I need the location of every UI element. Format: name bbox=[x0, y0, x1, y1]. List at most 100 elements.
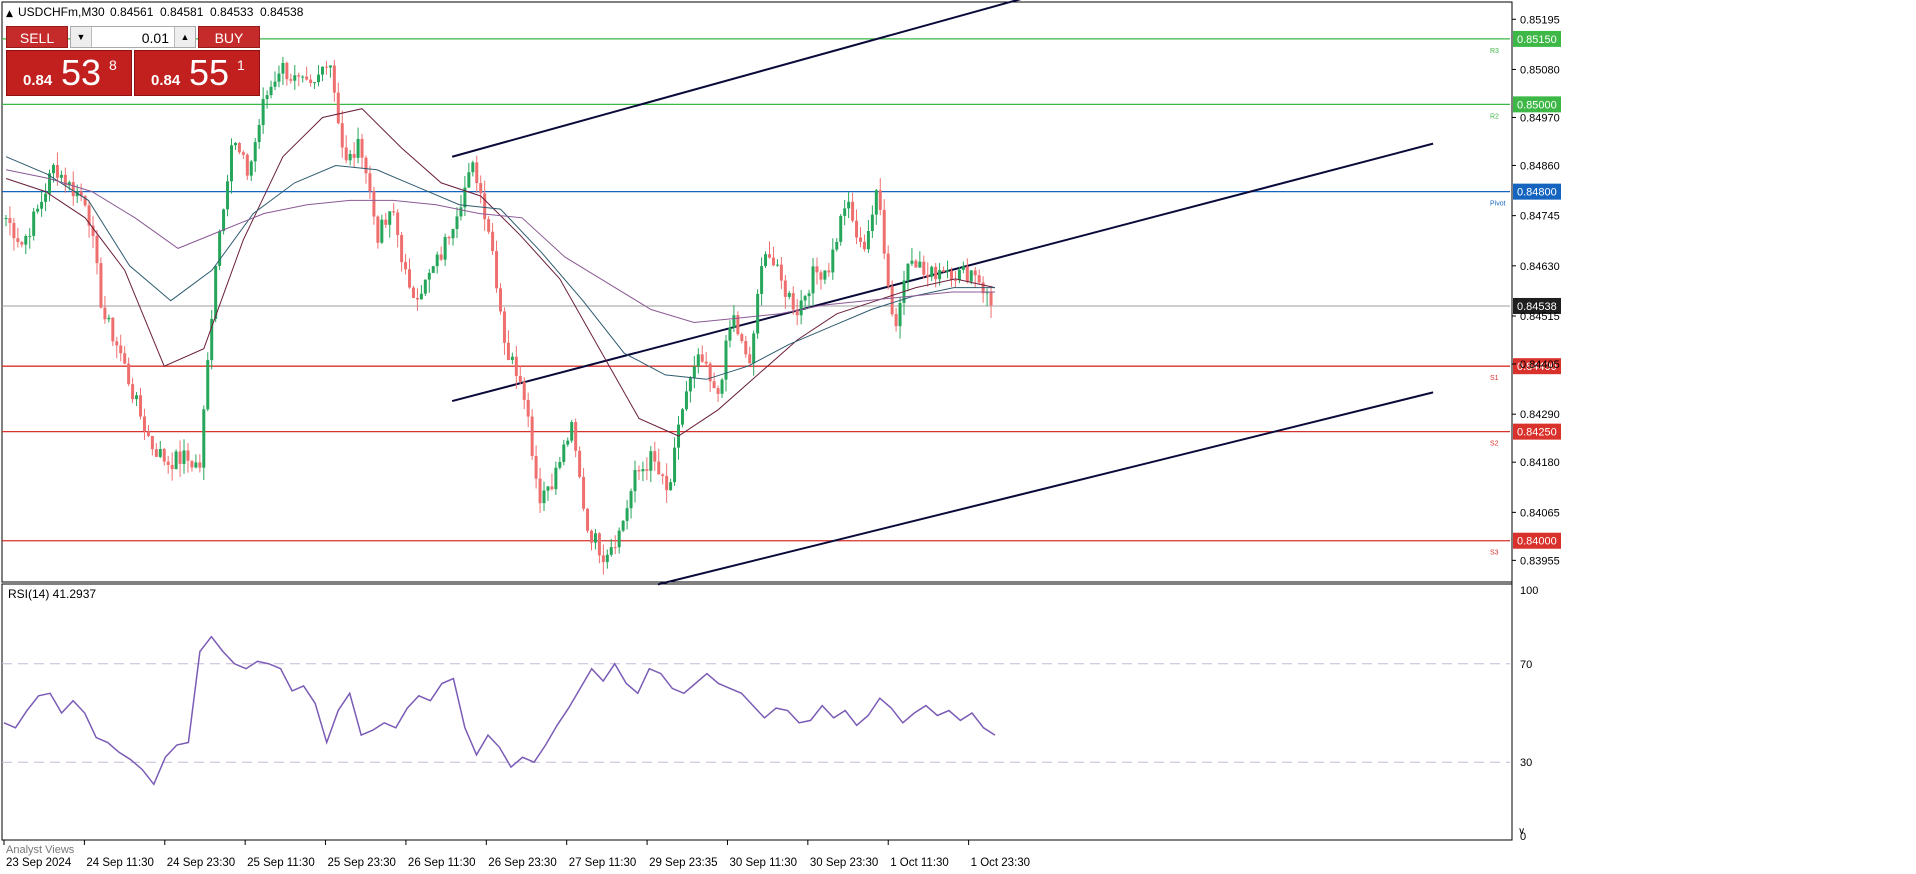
rsi-axis-label: 100 bbox=[1520, 585, 1538, 597]
sell-button[interactable]: SELL bbox=[6, 26, 68, 48]
rsi-axis-label: 30 bbox=[1520, 757, 1532, 769]
candle-body bbox=[265, 95, 269, 100]
candle-body bbox=[819, 272, 823, 280]
buy-price-button[interactable]: 0.84 55 1 bbox=[134, 50, 260, 96]
candle-body bbox=[949, 270, 953, 280]
candle-body bbox=[293, 75, 297, 81]
candle-body bbox=[340, 123, 344, 148]
candle-body bbox=[360, 138, 364, 158]
candle-body bbox=[277, 73, 281, 82]
candle-body bbox=[890, 286, 894, 315]
candle-body bbox=[930, 266, 934, 277]
candle-body bbox=[111, 317, 115, 342]
candle-body bbox=[344, 147, 348, 161]
candle-body bbox=[431, 266, 435, 273]
time-axis-label: 26 Sep 23:30 bbox=[488, 857, 556, 869]
candle-body bbox=[233, 143, 237, 146]
trade-panel-top-row: SELL ▼ ▲ BUY bbox=[6, 26, 260, 50]
candle-body bbox=[562, 444, 566, 462]
candle-body bbox=[475, 162, 479, 184]
candle-body bbox=[977, 275, 981, 283]
candle-body bbox=[352, 153, 356, 158]
candle-body bbox=[123, 353, 127, 364]
candle-body bbox=[336, 92, 340, 124]
candle-body bbox=[51, 164, 55, 174]
lot-increase-arrow-icon[interactable]: ▲ bbox=[174, 27, 195, 47]
candle-body bbox=[799, 300, 803, 316]
header-triangle-icon: ▲ bbox=[6, 9, 13, 19]
candle-body bbox=[36, 208, 40, 212]
candle-body bbox=[245, 154, 249, 176]
candle-body bbox=[586, 508, 590, 531]
candle-body bbox=[103, 307, 107, 320]
time-axis-label: 24 Sep 23:30 bbox=[167, 857, 235, 869]
candle-body bbox=[471, 162, 475, 173]
candle-body bbox=[483, 193, 487, 220]
candle-body bbox=[119, 345, 123, 354]
time-axis-label: 25 Sep 23:30 bbox=[328, 857, 396, 869]
candle-body bbox=[44, 193, 48, 202]
sell-price-button[interactable]: 0.84 53 8 bbox=[6, 50, 132, 96]
candle-body bbox=[499, 288, 502, 312]
lot-decrease-arrow-icon[interactable]: ▼ bbox=[71, 27, 92, 47]
candle-body bbox=[965, 266, 969, 282]
candle-body bbox=[700, 354, 704, 362]
candle-body bbox=[649, 451, 653, 471]
candle-body bbox=[226, 181, 230, 210]
level-name-s3: S3 bbox=[1490, 550, 1499, 557]
candle-body bbox=[435, 254, 439, 267]
candle-body bbox=[459, 207, 463, 217]
candle-body bbox=[593, 533, 597, 543]
candle-body bbox=[24, 236, 28, 245]
candle-body bbox=[368, 173, 372, 192]
candle-body bbox=[8, 218, 12, 224]
time-axis-label: 30 Sep 11:30 bbox=[729, 857, 797, 869]
candle-body bbox=[522, 381, 526, 400]
price-axis-label: 0.84515 bbox=[1520, 311, 1560, 323]
candle-body bbox=[4, 218, 8, 220]
candle-body bbox=[404, 262, 408, 270]
candle-body bbox=[874, 190, 878, 215]
candle-body bbox=[546, 486, 550, 491]
buy-price-fraction: 1 bbox=[237, 57, 245, 73]
price-axis-label: 0.84290 bbox=[1520, 409, 1560, 421]
lot-size-input[interactable] bbox=[93, 27, 173, 49]
candle-body bbox=[791, 293, 795, 310]
candle-body bbox=[423, 279, 427, 294]
trading-chart[interactable]: R3 R2 Pivot S1 S2 S3 0.85150 0.85000 0.84800 0.8… bbox=[0, 0, 1916, 874]
candle-body bbox=[574, 422, 578, 451]
candle-body bbox=[866, 231, 870, 250]
candle-body bbox=[684, 391, 688, 410]
candle-body bbox=[214, 265, 218, 319]
candle-body bbox=[716, 388, 720, 394]
candle-body bbox=[400, 235, 404, 263]
candle-body bbox=[779, 264, 783, 281]
candle-body bbox=[673, 447, 677, 483]
buy-button[interactable]: BUY bbox=[198, 26, 260, 48]
candle-body bbox=[376, 216, 380, 243]
candle-body bbox=[309, 79, 313, 84]
candle-body bbox=[938, 270, 942, 280]
candle-body bbox=[621, 520, 625, 531]
lot-size-stepper[interactable]: ▼ ▲ bbox=[70, 26, 196, 49]
time-axis-label: 1 Oct 23:30 bbox=[971, 857, 1030, 869]
candle-body bbox=[487, 219, 491, 232]
price-axis-label: 0.84180 bbox=[1520, 457, 1560, 469]
candle-body bbox=[411, 287, 415, 298]
candle-body bbox=[953, 279, 957, 281]
candle-body bbox=[989, 291, 993, 306]
candle-body bbox=[661, 474, 665, 477]
candle-body bbox=[918, 261, 922, 268]
candle-body bbox=[870, 214, 874, 232]
candle-body bbox=[28, 235, 32, 237]
level-price-tag: 0.85000 bbox=[1517, 99, 1557, 111]
analyst-views-tab[interactable]: Analyst Views bbox=[6, 844, 74, 856]
candle-body bbox=[190, 460, 194, 468]
candle-body bbox=[898, 302, 902, 327]
candle-body bbox=[803, 296, 807, 301]
candle-body bbox=[297, 75, 301, 77]
candle-body bbox=[178, 451, 182, 464]
candle-body bbox=[878, 190, 882, 210]
candle-body bbox=[146, 431, 150, 436]
candle-body bbox=[107, 317, 111, 320]
